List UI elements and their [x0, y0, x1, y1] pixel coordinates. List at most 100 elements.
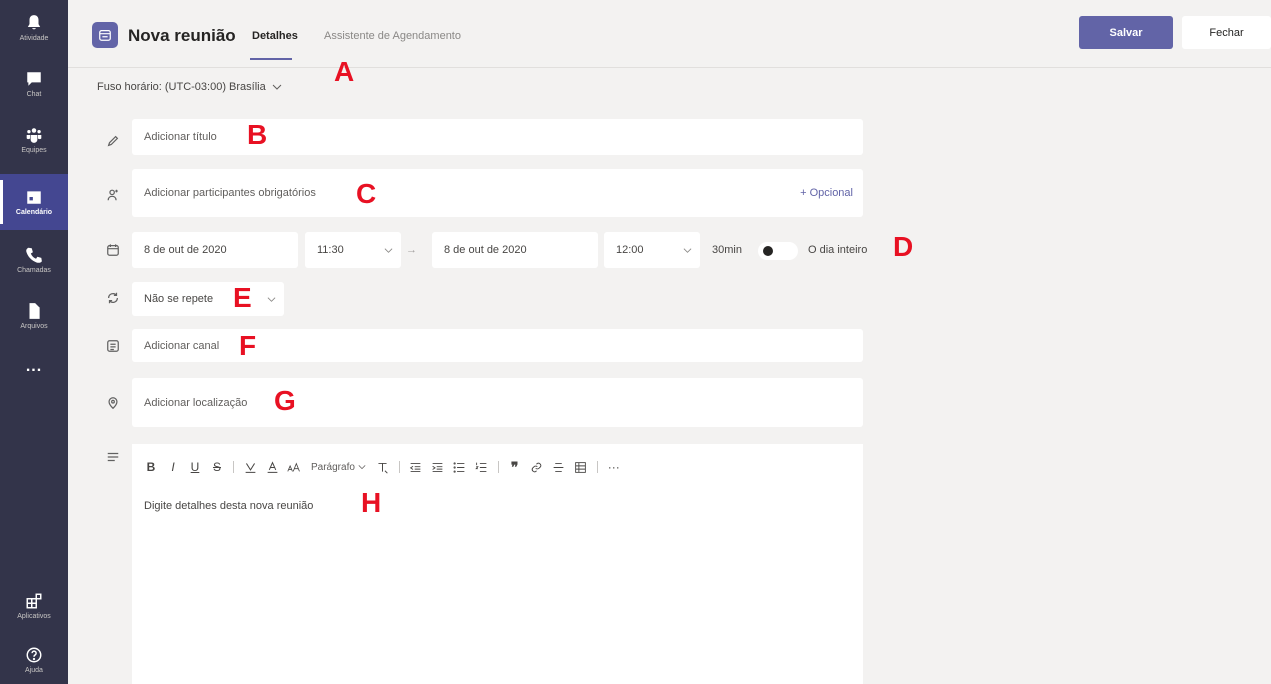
strikethrough-button[interactable]: S	[206, 458, 228, 476]
chevron-down-icon	[683, 247, 692, 253]
annotation-label: F	[239, 330, 257, 361]
title-input[interactable]: Adicionar título	[132, 119, 863, 155]
end-date-picker[interactable]: 8 de out de 2020	[432, 232, 598, 268]
table-icon[interactable]	[570, 458, 592, 476]
rail-item-files[interactable]: Arquivos	[0, 288, 68, 344]
chat-icon	[27, 72, 41, 86]
location-placeholder: Adicionar localização	[144, 396, 248, 409]
pencil-icon	[104, 132, 122, 150]
teams-icon	[26, 128, 42, 143]
close-button[interactable]: Fechar	[1182, 16, 1271, 49]
link-icon[interactable]	[526, 458, 548, 476]
details-editor[interactable]: B I U S Parágrafo ❞ ··· Digite detalhes …	[132, 444, 863, 684]
repeat-select[interactable]: Não se repete	[132, 282, 284, 316]
channel-placeholder: Adicionar canal	[144, 339, 220, 352]
start-time-value: 11:30	[317, 244, 344, 256]
paragraph-style-dropdown[interactable]: Parágrafo	[305, 458, 372, 476]
font-size-icon[interactable]	[283, 458, 305, 476]
repeat-value: Não se repete	[144, 293, 214, 305]
attendees-input[interactable]: Adicionar participantes obrigatórios + O…	[132, 169, 863, 217]
arrow-right-icon: →	[406, 244, 417, 256]
timezone-label: Fuso horário: (UTC-03:00) Brasília	[97, 81, 266, 93]
calendar-icon	[104, 241, 122, 259]
font-color-icon[interactable]	[261, 458, 283, 476]
repeat-icon	[104, 289, 122, 307]
annotation-label: H	[361, 487, 382, 518]
help-icon	[26, 647, 42, 663]
attendees-placeholder: Adicionar participantes obrigatórios	[144, 187, 316, 199]
details-icon	[104, 448, 122, 466]
file-icon	[29, 303, 40, 319]
annotation-label: D	[893, 231, 914, 262]
title-placeholder: Adicionar título	[144, 131, 217, 143]
rail-label: Chamadas	[17, 267, 51, 274]
outdent-icon[interactable]	[405, 458, 427, 476]
horizontal-rule-icon[interactable]	[548, 458, 570, 476]
all-day-label: O dia inteiro	[808, 244, 868, 256]
editor-toolbar: B I U S Parágrafo ❞ ···	[140, 458, 625, 476]
end-time-select[interactable]: 12:00	[604, 232, 700, 268]
calendar-app-icon	[92, 22, 118, 48]
rail-label: Chat	[26, 91, 42, 98]
numbered-list-icon[interactable]	[471, 458, 493, 476]
highlight-icon[interactable]	[239, 458, 261, 476]
annotation-label: G	[274, 385, 296, 416]
location-input[interactable]: Adicionar localização	[132, 378, 863, 427]
rail-item-calls[interactable]: Chamadas	[0, 232, 68, 288]
rail-label: Arquivos	[20, 323, 48, 330]
all-day-toggle[interactable]	[758, 242, 798, 260]
more-options-button[interactable]: ···	[603, 458, 625, 476]
toolbar-divider	[596, 461, 598, 473]
tab-details[interactable]: Detalhes	[250, 30, 298, 60]
indent-icon[interactable]	[427, 458, 449, 476]
start-date-value: 8 de out de 2020	[144, 244, 227, 256]
save-button[interactable]: Salvar	[1079, 16, 1173, 49]
chevron-down-icon	[267, 296, 276, 302]
rail-item-activity[interactable]: Atividade	[0, 0, 68, 56]
chevron-down-icon	[384, 247, 393, 253]
underline-button[interactable]: U	[184, 458, 206, 476]
meeting-header: Nova reunião Detalhes Assistente de Agen…	[68, 0, 1271, 68]
italic-button[interactable]: I	[162, 458, 184, 476]
end-time-value: 12:00	[616, 244, 644, 256]
tab-scheduling-assistant[interactable]: Assistente de Agendamento	[324, 30, 461, 42]
quote-icon[interactable]: ❞	[504, 458, 526, 476]
add-optional-button[interactable]: + Opcional	[800, 187, 853, 199]
chevron-down-icon	[272, 84, 282, 90]
rail-item-help[interactable]: Ajuda	[0, 632, 68, 684]
page-title: Nova reunião	[128, 26, 236, 45]
apps-icon	[26, 593, 42, 609]
paragraph-label: Parágrafo	[311, 461, 355, 473]
annotation-label: E	[233, 282, 252, 313]
start-time-select[interactable]: 11:30	[305, 232, 401, 268]
annotation-label: C	[356, 178, 377, 209]
add-person-icon	[104, 186, 122, 204]
rail-label: Atividade	[19, 35, 49, 42]
rail-label: Aplicativos	[17, 613, 51, 620]
start-date-picker[interactable]: 8 de out de 2020	[132, 232, 298, 268]
channel-icon	[104, 337, 122, 355]
toolbar-divider	[233, 461, 234, 473]
rail-item-chat[interactable]: Chat	[0, 56, 68, 112]
rail-label: Equipes	[21, 147, 47, 154]
location-icon	[104, 394, 122, 412]
end-date-value: 8 de out de 2020	[444, 244, 527, 256]
app-rail: Atividade Chat Equipes Calendário Chamad…	[0, 0, 68, 684]
rail-item-teams[interactable]: Equipes	[0, 112, 68, 168]
bullet-list-icon[interactable]	[449, 458, 471, 476]
rail-item-calendar[interactable]: Calendário	[0, 174, 68, 230]
details-placeholder: Digite detalhes desta nova reunião	[144, 500, 314, 512]
toggle-knob	[763, 246, 773, 256]
toolbar-divider	[398, 461, 400, 473]
bold-button[interactable]: B	[140, 458, 162, 476]
phone-icon	[26, 247, 42, 263]
annotation-label: A	[334, 56, 355, 87]
rail-label: Calendário	[15, 209, 53, 216]
more-apps-button[interactable]: ...	[0, 358, 68, 376]
duration-label: 30min	[712, 244, 742, 256]
timezone-dropdown[interactable]: Fuso horário: (UTC-03:00) Brasília	[97, 81, 282, 93]
chevron-down-icon	[358, 465, 366, 470]
annotation-label: B	[247, 119, 268, 150]
clear-format-icon[interactable]	[372, 458, 394, 476]
rail-item-apps[interactable]: Aplicativos	[0, 578, 68, 634]
